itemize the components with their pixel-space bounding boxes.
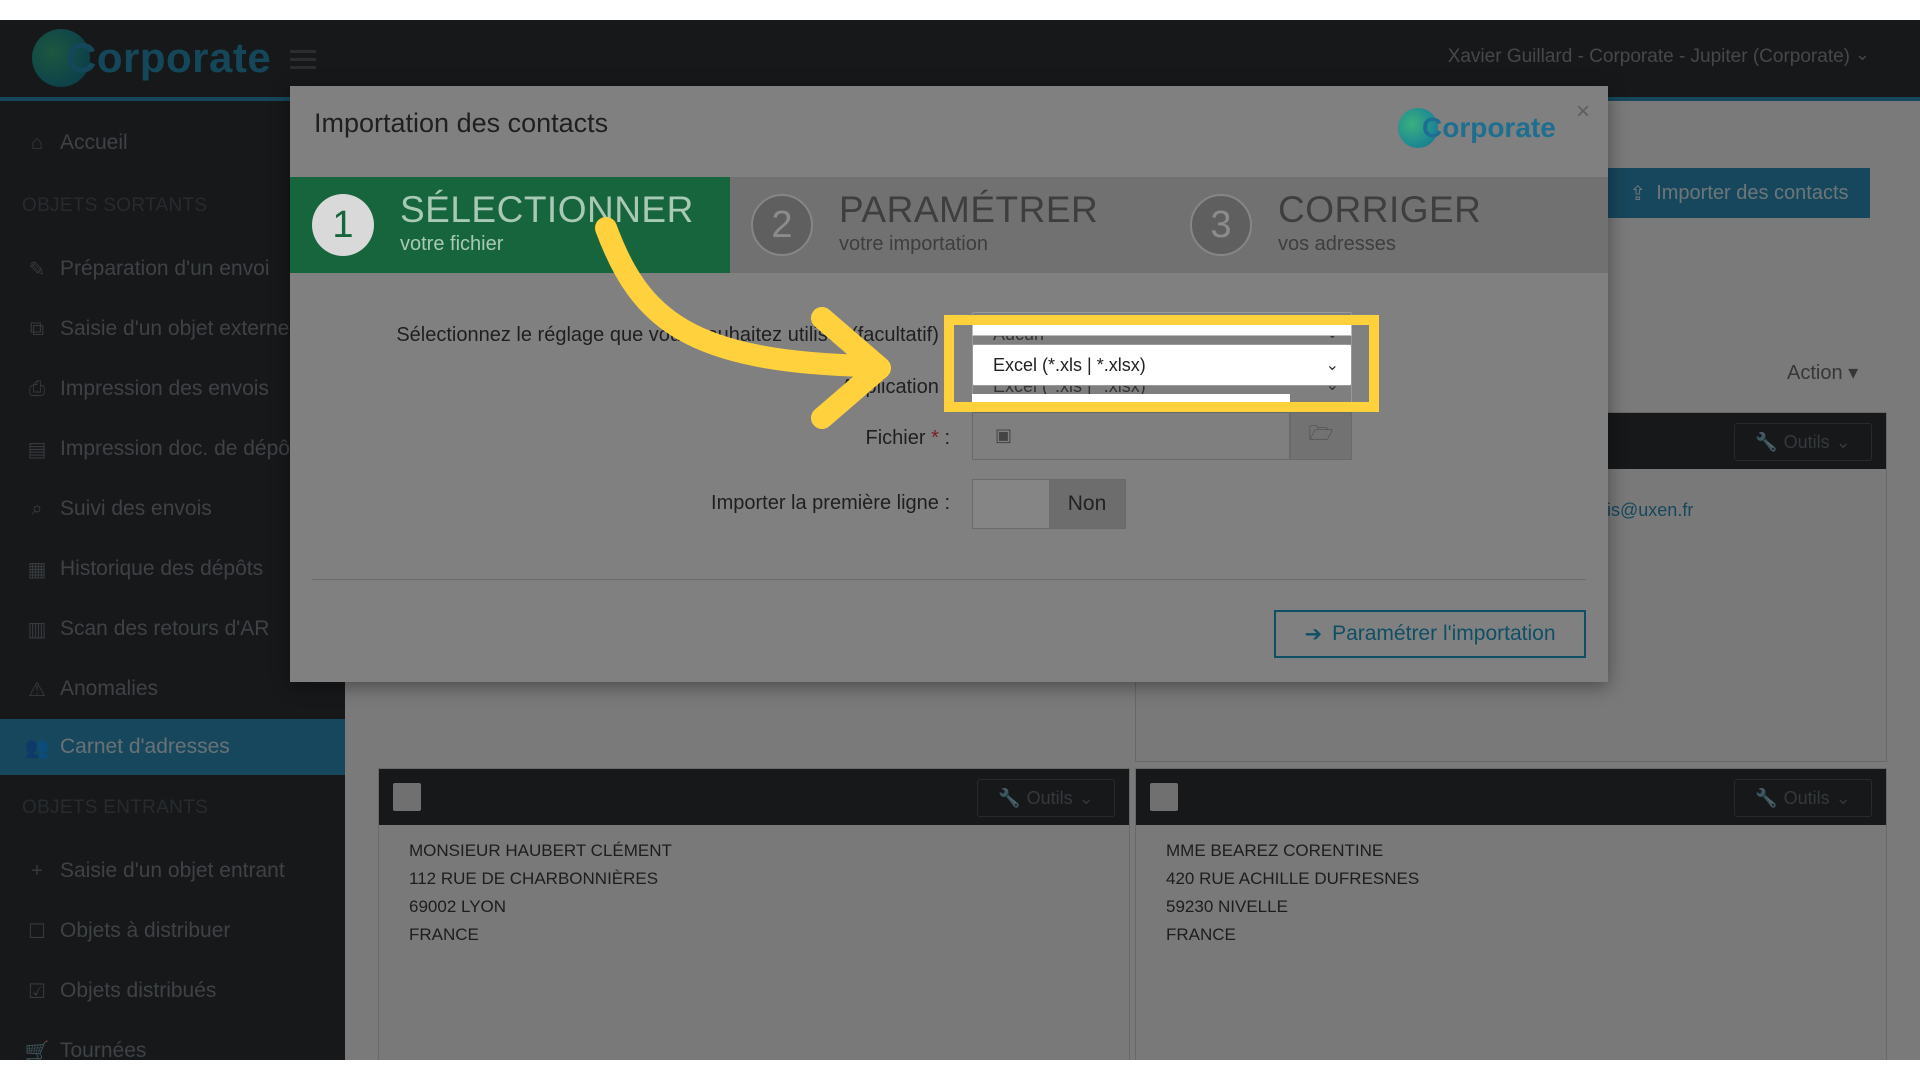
step-configure: 2 PARAMÉTRER votre importation bbox=[729, 177, 1169, 273]
configure-import-label: Paramétrer l'importation bbox=[1332, 622, 1556, 645]
step-number: 2 bbox=[751, 194, 813, 256]
modal-logo: Corporate bbox=[1398, 108, 1556, 148]
wizard-steps: 1 SÉLECTIONNER votre fichier 2 PARAMÉTRE… bbox=[290, 177, 1608, 273]
step-correct: 3 CORRIGER vos adresses bbox=[1168, 177, 1608, 273]
step-title: CORRIGER bbox=[1278, 189, 1482, 230]
excel-file-icon: ▣ bbox=[995, 425, 1013, 445]
configure-import-button[interactable]: ➔ Paramétrer l'importation bbox=[1274, 610, 1586, 658]
modal-divider bbox=[312, 579, 1586, 580]
toggle-knob bbox=[973, 480, 1049, 528]
toggle-value: Non bbox=[1049, 480, 1125, 528]
file-label-colon: : bbox=[944, 427, 950, 449]
file-label: Fichier * : bbox=[590, 427, 951, 450]
file-input[interactable]: ▣ bbox=[972, 412, 1290, 460]
required-marker: * bbox=[931, 427, 939, 449]
application-label: Application : bbox=[841, 376, 950, 398]
app-window: Corporate Xavier Guillard - Corporate - … bbox=[0, 20, 1920, 1060]
step-subtitle: votre fichier bbox=[400, 233, 504, 255]
step-title: SÉLECTIONNER bbox=[400, 189, 694, 230]
logo-text: Corporate bbox=[1422, 112, 1556, 143]
step-subtitle: votre importation bbox=[839, 233, 988, 255]
step-subtitle: vos adresses bbox=[1278, 233, 1396, 255]
setting-label: Sélectionnez le réglage que vous souhait… bbox=[396, 324, 950, 346]
arrow-right-icon: ➔ bbox=[1304, 622, 1323, 646]
close-icon[interactable]: × bbox=[1576, 98, 1590, 126]
step-number: 1 bbox=[312, 194, 374, 256]
step-title: PARAMÉTRER bbox=[839, 189, 1099, 230]
first-line-toggle[interactable]: Non bbox=[972, 479, 1126, 529]
modal-title: Importation des contacts bbox=[314, 108, 609, 138]
browse-folder-icon[interactable]: 🗁 bbox=[1290, 412, 1352, 460]
step-number: 3 bbox=[1190, 194, 1252, 256]
step-select: 1 SÉLECTIONNER votre fichier bbox=[290, 177, 730, 273]
first-line-label: Importer la première ligne : bbox=[711, 492, 950, 514]
tutorial-highlight-box bbox=[944, 315, 1379, 412]
file-label-text: Fichier bbox=[865, 427, 926, 449]
